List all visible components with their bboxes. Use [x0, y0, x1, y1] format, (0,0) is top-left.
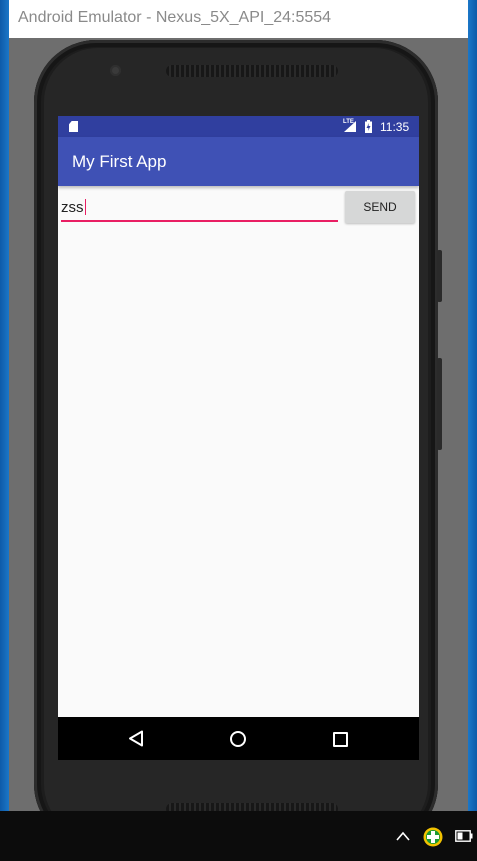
app-toolbar: My First App	[58, 137, 419, 186]
message-input[interactable]: zss	[61, 194, 338, 222]
message-input-value: zss	[61, 199, 84, 216]
volume-button[interactable]	[437, 358, 442, 450]
home-icon[interactable]	[230, 731, 246, 747]
chevron-up-icon[interactable]	[396, 831, 410, 841]
text-cursor	[84, 199, 86, 215]
lte-signal-icon	[344, 121, 356, 132]
windows-taskbar	[0, 811, 477, 861]
plus-circle-icon[interactable]	[423, 827, 443, 847]
navigation-bar	[58, 717, 419, 760]
status-bar: LTE 11:35	[58, 116, 419, 137]
send-button[interactable]: SEND	[345, 191, 415, 223]
emulator-titlebar[interactable]: Android Emulator - Nexus_5X_API_24:5554	[9, 0, 468, 38]
app-title: My First App	[72, 152, 167, 171]
power-button[interactable]	[437, 250, 442, 302]
status-clock: 11:35	[380, 120, 410, 134]
device-screen: LTE 11:35 My First App zss SEND	[58, 116, 419, 760]
battery-charging-icon	[365, 120, 372, 133]
recents-icon[interactable]	[333, 732, 348, 747]
top-speaker-grille	[166, 65, 338, 77]
sd-card-icon	[69, 121, 78, 132]
front-camera	[110, 65, 121, 76]
battery-icon[interactable]	[455, 830, 473, 842]
message-input-text: zss	[61, 199, 86, 216]
window-title: Android Emulator - Nexus_5X_API_24:5554	[18, 9, 332, 26]
back-icon[interactable]	[128, 730, 144, 747]
